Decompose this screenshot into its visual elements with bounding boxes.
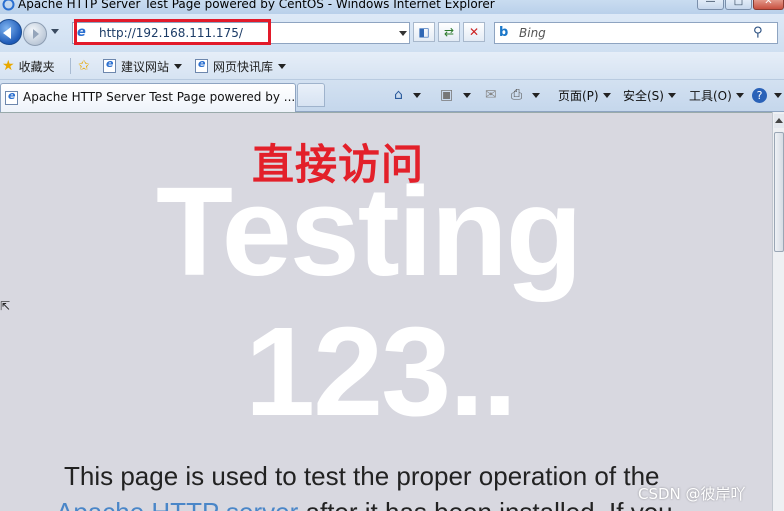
chevron-down-icon — [278, 63, 287, 69]
minimize-button[interactable]: — — [697, 0, 724, 10]
intro-text-line-2: Apache HTTP server after it has been ins… — [56, 497, 673, 511]
back-button[interactable] — [0, 19, 22, 45]
chevron-down-icon — [774, 92, 782, 98]
favorites-label: 收藏夹 — [18, 59, 55, 74]
headline-testing: Testing — [156, 161, 583, 302]
suggested-sites-icon — [103, 57, 116, 73]
chevron-down-icon — [463, 92, 472, 98]
page-menu-label: 页面(P) — [558, 88, 599, 103]
chevron-down-icon — [412, 92, 421, 98]
tab-apache-test-page[interactable]: Apache HTTP Server Test Page powered by … — [0, 83, 296, 112]
csdn-watermark: CSDN @彼岸吖 — [638, 485, 746, 503]
intro-text-line-2-rest: after it has been installed. If you — [298, 497, 673, 511]
page-content: 直接访问 Testing 123.. This page is used to … — [0, 112, 772, 511]
chevron-down-icon — [602, 92, 611, 98]
tools-menu-label: 工具(O) — [689, 88, 732, 103]
divider — [70, 58, 71, 74]
apache-http-server-link[interactable]: Apache HTTP server — [56, 497, 298, 511]
web-slice-label: 网页快讯库 — [213, 59, 274, 74]
suggested-sites-link[interactable]: 建议网站 — [103, 57, 183, 75]
favorites-bar: ★ 收藏夹 ✩ 建议网站 网页快讯库 — [0, 52, 784, 80]
suggested-sites-label: 建议网站 — [121, 59, 170, 74]
chevron-down-icon — [174, 63, 183, 69]
headline-123: 123.. — [245, 301, 517, 442]
stop-icon: ✕ — [468, 25, 480, 39]
add-to-favorites-bar-button[interactable]: ✩ — [78, 57, 94, 75]
favorites-star-icon: ★ — [2, 58, 15, 74]
vertical-scrollbar[interactable] — [772, 112, 784, 511]
mouse-cursor-icon: ⇱ — [0, 299, 11, 313]
forward-button[interactable] — [23, 22, 47, 46]
safety-menu-label: 安全(S) — [623, 88, 664, 103]
stop-button[interactable]: ✕ — [463, 22, 485, 42]
chevron-down-icon — [735, 92, 744, 98]
bing-icon: b — [499, 25, 509, 40]
scrollbar-thumb[interactable] — [774, 132, 784, 252]
minimize-icon: — — [705, 0, 716, 7]
tools-menu[interactable]: 工具(O) — [689, 86, 744, 104]
tab-title: Apache HTTP Server Test Page powered by … — [23, 90, 296, 104]
help-button[interactable]: ? — [752, 86, 782, 104]
mail-icon: ✉ — [485, 87, 497, 103]
page-menu[interactable]: 页面(P) — [558, 86, 611, 104]
new-tab-button[interactable] — [297, 83, 325, 107]
compatibility-icon: ◧ — [418, 25, 430, 39]
favorites-button[interactable]: ★ 收藏夹 — [2, 57, 55, 75]
chevron-down-icon — [667, 92, 676, 98]
intro-text-line-1: This page is used to test the proper ope… — [64, 461, 660, 491]
search-icon[interactable]: ⚲ — [753, 25, 763, 40]
web-slice-icon — [195, 57, 208, 73]
address-highlight-annotation — [74, 19, 271, 45]
read-mail-button[interactable]: ✉ — [485, 86, 503, 104]
search-box[interactable]: b Bing ⚲ — [494, 22, 778, 44]
home-icon: ⌂ — [394, 87, 403, 103]
chevron-down-icon — [532, 92, 541, 98]
recent-pages-dropdown[interactable] — [51, 29, 59, 34]
printer-icon: ⎙ — [511, 87, 523, 103]
window-title: Apache HTTP Server Test Page powered by … — [18, 0, 495, 11]
search-input[interactable]: Bing — [519, 26, 546, 40]
compatibility-view-button[interactable]: ◧ — [413, 22, 435, 42]
safety-menu[interactable]: 安全(S) — [623, 86, 676, 104]
help-icon: ? — [752, 87, 767, 103]
ie-app-icon — [2, 0, 15, 11]
tab-bar: Apache HTTP Server Test Page powered by … — [0, 80, 784, 112]
address-history-dropdown-icon[interactable] — [399, 31, 407, 36]
close-window-button[interactable]: ✕ — [753, 0, 784, 10]
close-icon: ✕ — [764, 0, 773, 7]
home-button[interactable]: ⌂ — [394, 86, 421, 104]
web-slice-gallery-link[interactable]: 网页快讯库 — [195, 57, 287, 75]
rss-feed-icon: ▣ — [440, 87, 454, 103]
scroll-up-button[interactable] — [774, 114, 784, 128]
refresh-button[interactable]: ⇄ — [438, 22, 460, 42]
add-favorite-icon: ✩ — [78, 58, 90, 74]
feeds-button[interactable]: ▣ — [440, 86, 472, 104]
window-title-bar: Apache HTTP Server Test Page powered by … — [0, 0, 784, 14]
maximize-icon: □ — [733, 0, 744, 7]
refresh-icon: ⇄ — [443, 25, 455, 39]
print-button[interactable]: ⎙ — [511, 86, 541, 104]
tab-favicon-icon — [5, 89, 18, 105]
maximize-button[interactable]: □ — [725, 0, 752, 10]
